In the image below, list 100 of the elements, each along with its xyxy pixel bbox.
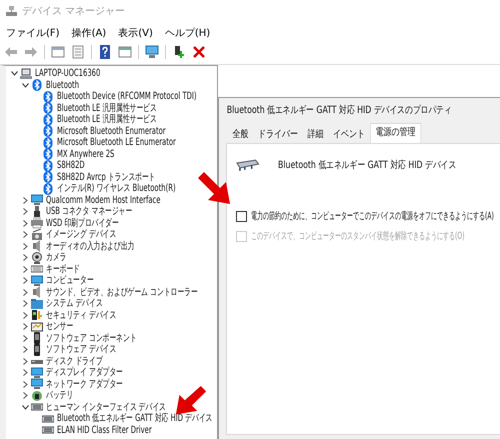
tab[interactable]: 電源の管理 [370, 123, 422, 143]
tree-item[interactable]: ソフトウェア コンポーネント [46, 332, 137, 344]
tree-item[interactable]: Qualcomm Modem Host Interface [46, 194, 160, 206]
plug-icon[interactable] [172, 45, 186, 59]
tree-item[interactable]: システム デバイス [46, 298, 103, 310]
window-icon[interactable] [51, 45, 65, 59]
tree-item[interactable]: USB コネクタ マネージャー [46, 206, 132, 218]
tree-item[interactable]: コンピューター [46, 275, 94, 286]
option-label: 電力の節約のために、コンピューターでこのデバイスの電源をオフにできるようにする(A) [251, 210, 494, 223]
device-name: Bluetooth 低エネルギー GATT 対応 HID デバイス [278, 158, 456, 172]
tab[interactable]: ドライバー [253, 127, 303, 143]
tree-item[interactable]: LAPTOP-UOC16360 [35, 68, 100, 80]
tree-item[interactable]: Bluetooth [46, 80, 79, 91]
tree-item[interactable]: Microsoft Bluetooth Enumerator [57, 126, 166, 137]
tree-item[interactable]: イメージング デバイス [46, 229, 116, 240]
tree-item[interactable]: インテル(R) ワイヤレス Bluetooth(R) [57, 183, 176, 194]
chevron-right-icon[interactable] [22, 220, 28, 227]
tree-item[interactable]: ディスク ドライブ [46, 356, 103, 367]
tree-item[interactable]: セキュリティ デバイス [46, 310, 116, 321]
speaker-icon [31, 240, 43, 252]
tree-item[interactable]: キーボード [46, 264, 80, 275]
keyboard-device-icon [42, 424, 54, 436]
chevron-down-icon[interactable] [10, 71, 18, 76]
camera-icon [31, 228, 43, 241]
chevron-right-icon[interactable] [22, 312, 28, 319]
computer-icon [20, 68, 32, 80]
tree-item[interactable]: Bluetooth Device (RFCOMM Protocol TDI) [57, 91, 196, 102]
tree-item[interactable]: ソフトウェア デバイス [46, 344, 116, 356]
battery-icon [31, 390, 43, 402]
security-chip-icon [31, 309, 43, 322]
tab[interactable]: 全般 [228, 127, 254, 143]
keyboard-device-icon [236, 158, 260, 172]
chevron-right-icon[interactable] [22, 231, 28, 238]
chevron-right-icon[interactable] [22, 266, 28, 273]
tree-item[interactable]: カメラ [46, 252, 66, 264]
menu-item[interactable]: 表示(V) [118, 26, 153, 40]
checkbox[interactable] [236, 210, 247, 222]
speaker-icon [31, 286, 43, 298]
chevron-right-icon[interactable] [22, 288, 28, 296]
tree-item[interactable]: ELAN HID Class Filter Driver [57, 424, 152, 436]
usb-plug-icon [31, 206, 43, 218]
bluetooth-icon [42, 90, 54, 103]
keyboard-device-icon [42, 412, 54, 425]
chevron-right-icon[interactable] [22, 196, 28, 204]
tree-item[interactable]: バッテリ [46, 390, 74, 402]
window-icon[interactable] [118, 45, 132, 59]
tab[interactable]: イベント [328, 127, 370, 143]
printer-icon [31, 217, 43, 230]
bluetooth-icon [42, 160, 54, 172]
delete-icon[interactable] [192, 45, 206, 59]
monitor-icon [31, 194, 43, 206]
tree-item[interactable]: Bluetooth LE 汎用属性サービス [57, 102, 157, 114]
tree-item[interactable]: センサー [46, 321, 74, 332]
tree-item[interactable]: S8H82D [57, 160, 85, 172]
dialog-title: Bluetooth 低エネルギー GATT 対応 HID デバイスのプロパティ [226, 104, 452, 118]
bluetooth-icon [31, 79, 43, 92]
menu-item[interactable]: ファイル(F) [6, 26, 60, 40]
chevron-right-icon[interactable] [22, 358, 28, 365]
chevron-right-icon[interactable] [22, 346, 28, 354]
chevron-right-icon[interactable] [22, 254, 28, 262]
bluetooth-icon [42, 125, 54, 138]
chevron-right-icon[interactable] [22, 300, 28, 308]
tree-item[interactable]: S8H82D Avrcp トランスポート [57, 172, 156, 183]
keyboard-device-icon [31, 401, 43, 414]
tab[interactable]: 詳細 [302, 127, 328, 143]
tree-item[interactable]: Bluetooth 低エネルギー GATT 対応 HID デバイス [57, 413, 212, 424]
tree-item[interactable]: Bluetooth LE 汎用属性サービス [57, 114, 157, 126]
webcam-icon [31, 252, 43, 264]
chevron-down-icon[interactable] [22, 404, 28, 410]
phone-icon [31, 344, 43, 356]
help-icon[interactable] [98, 45, 112, 59]
chevron-right-icon[interactable] [22, 334, 28, 342]
document-icon[interactable] [71, 45, 85, 59]
tree-item[interactable]: MX Anywhere 2S [57, 148, 114, 160]
tree-item[interactable]: オーディオの入力および出力 [46, 240, 134, 252]
chevron-right-icon[interactable] [22, 277, 28, 284]
folder-icon [31, 298, 43, 310]
chevron-right-icon[interactable] [22, 380, 28, 388]
bluetooth-icon [42, 148, 54, 160]
tree-item[interactable]: Microsoft Bluetooth LE Enumerator [57, 137, 176, 148]
bluetooth-icon [42, 114, 54, 126]
bluetooth-icon [42, 136, 54, 149]
chevron-right-icon[interactable] [22, 369, 28, 376]
app-icon [6, 6, 17, 16]
tree-item[interactable]: WSD 印刷プロバイダー [46, 218, 119, 229]
tree-item[interactable]: ネットワーク アダプター [46, 378, 123, 390]
menu-item[interactable]: ヘルプ(H) [164, 26, 210, 40]
chevron-down-icon[interactable] [22, 82, 28, 88]
chevron-right-icon[interactable] [22, 323, 28, 330]
monitor-icon[interactable] [145, 45, 159, 59]
tree-item[interactable]: ヒューマン インターフェイス デバイス [46, 402, 166, 413]
monitor-icon [31, 274, 43, 287]
chevron-right-icon[interactable] [22, 208, 28, 216]
keyboard-icon [31, 263, 43, 276]
bluetooth-icon [42, 171, 54, 184]
chevron-right-icon[interactable] [22, 242, 28, 250]
chevron-right-icon[interactable] [22, 392, 28, 400]
menu-item[interactable]: 操作(A) [72, 26, 106, 40]
tree-item[interactable]: サウンド、ビデオ、およびゲーム コントローラー [46, 286, 198, 298]
tree-item[interactable]: ディスプレイ アダプター [46, 367, 123, 378]
